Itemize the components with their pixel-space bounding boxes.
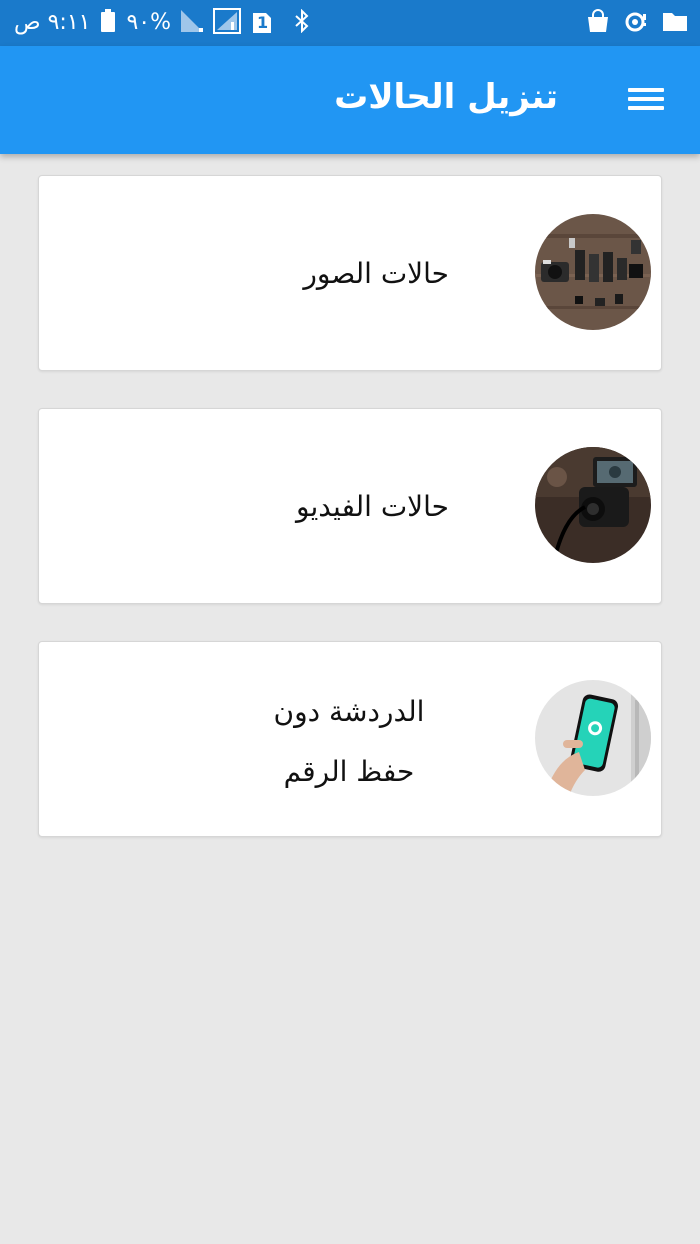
bluetooth-icon xyxy=(293,8,311,37)
status-right xyxy=(586,0,688,46)
whatsapp-phone-thumbnail xyxy=(535,680,651,796)
battery-icon xyxy=(100,9,116,37)
card-label: حالات الفيديو xyxy=(296,489,449,523)
hamburger-menu-icon xyxy=(628,106,664,110)
sim-number: 1 xyxy=(257,13,269,32)
camera-collection-thumbnail xyxy=(535,214,651,330)
card-photo-statuses[interactable]: حالات الصور xyxy=(38,175,662,371)
status-bar: ٩:١١ ص ٩٠% 1 xyxy=(0,0,700,46)
card-label-line-2: حفظ الرقم xyxy=(283,755,415,788)
sim-icon: 1 xyxy=(251,11,273,35)
card-video-statuses[interactable]: حالات الفيديو xyxy=(38,408,662,604)
battery-percent: ٩٠% xyxy=(126,10,172,35)
app-bar: تنزيل الحالات xyxy=(0,46,700,154)
folder-icon xyxy=(662,10,688,36)
card-label: الدردشة دون حفظ الرقم xyxy=(249,682,449,802)
status-left: ٩:١١ ص ٩٠% 1 xyxy=(14,0,311,46)
sim-signal-icon xyxy=(213,8,242,38)
signal-icon xyxy=(181,10,204,36)
card-label-line-1: الدردشة دون xyxy=(273,695,425,728)
video-camera-thumbnail xyxy=(535,447,651,563)
sync-icon xyxy=(624,9,648,37)
menu-button[interactable] xyxy=(628,84,664,114)
page-title: تنزيل الحالات xyxy=(334,77,558,117)
hamburger-menu-icon xyxy=(628,88,664,92)
shopping-bag-icon xyxy=(586,9,610,37)
card-label: حالات الصور xyxy=(303,256,449,290)
status-time: ٩:١١ ص xyxy=(14,10,91,35)
hamburger-menu-icon xyxy=(628,97,664,101)
card-chat-without-saving[interactable]: الدردشة دون حفظ الرقم xyxy=(38,641,662,837)
